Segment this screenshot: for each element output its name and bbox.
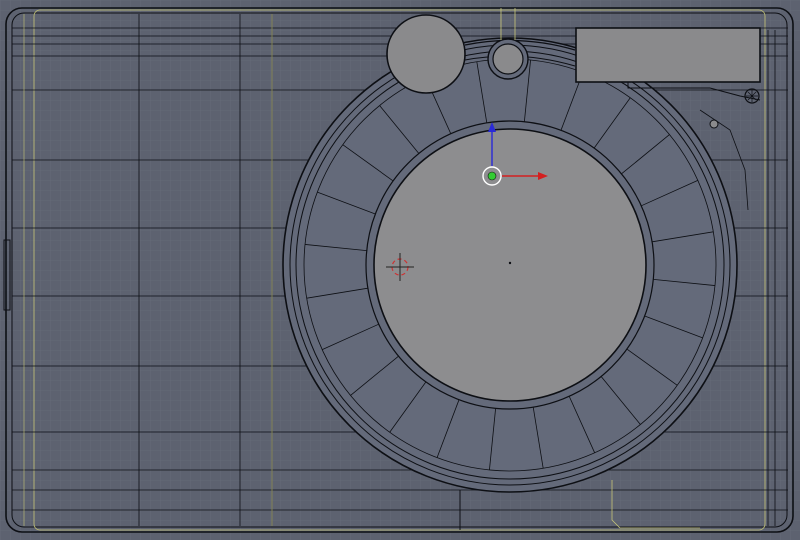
3d-viewport[interactable] [0,0,800,540]
lens-glass [373,128,647,402]
lens-assembly[interactable] [282,37,738,493]
object-origin-icon[interactable] [487,171,497,181]
shutter-button [386,14,466,94]
flash-window [575,27,761,83]
mode-dial-cap [492,43,524,75]
lens-center-vertex [508,261,512,265]
